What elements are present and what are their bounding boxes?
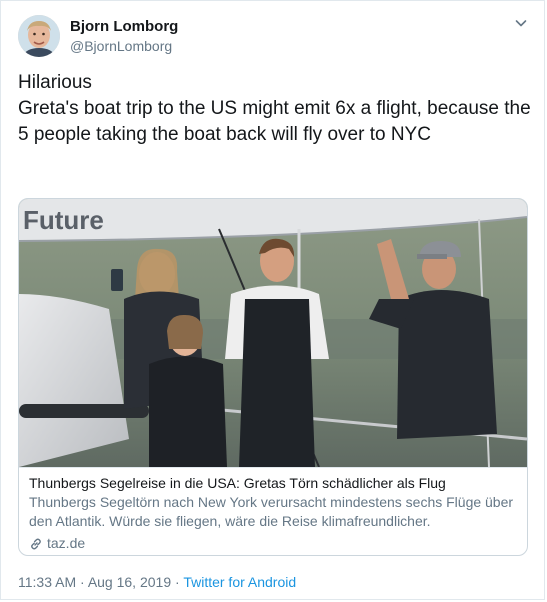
card-title[interactable]: Thunbergs Segelreise in die USA: Gretas … xyxy=(29,474,517,493)
card-domain[interactable]: taz.de xyxy=(29,534,517,553)
link-icon xyxy=(31,538,41,549)
card-domain-text: taz.de xyxy=(47,535,86,551)
author-handle[interactable]: @BjornLomborg xyxy=(70,38,172,54)
link-card[interactable]: Future Thunbergs Segelreise in die USA: … xyxy=(18,198,528,556)
tweet-date[interactable]: Aug 16, 2019 xyxy=(88,574,171,590)
tweet-footer: 11:33 AM · Aug 16, 2019 · Twitter for An… xyxy=(18,574,296,590)
footer-separator-2: · xyxy=(175,574,180,590)
tweet-source-link[interactable]: Twitter for Android xyxy=(183,574,296,590)
tweet: Bjorn Lomborg @BjornLomborg Hilarious Gr… xyxy=(0,0,545,600)
author-name[interactable]: Bjorn Lomborg xyxy=(70,18,178,35)
card-photo: Future xyxy=(19,199,527,468)
tweet-time[interactable]: 11:33 AM xyxy=(18,574,76,590)
avatar[interactable] xyxy=(18,15,60,57)
chevron-down-icon[interactable] xyxy=(513,15,529,31)
footer-separator: · xyxy=(80,574,85,590)
tweet-text: Hilarious Greta's boat trip to the US mi… xyxy=(18,72,531,145)
sail-lettering: Future xyxy=(23,205,104,235)
card-description: Thunbergs Segeltörn nach New York verurs… xyxy=(29,494,514,529)
avatar-image xyxy=(18,15,60,57)
card-body: Thunbergs Segelreise in die USA: Gretas … xyxy=(19,467,527,553)
